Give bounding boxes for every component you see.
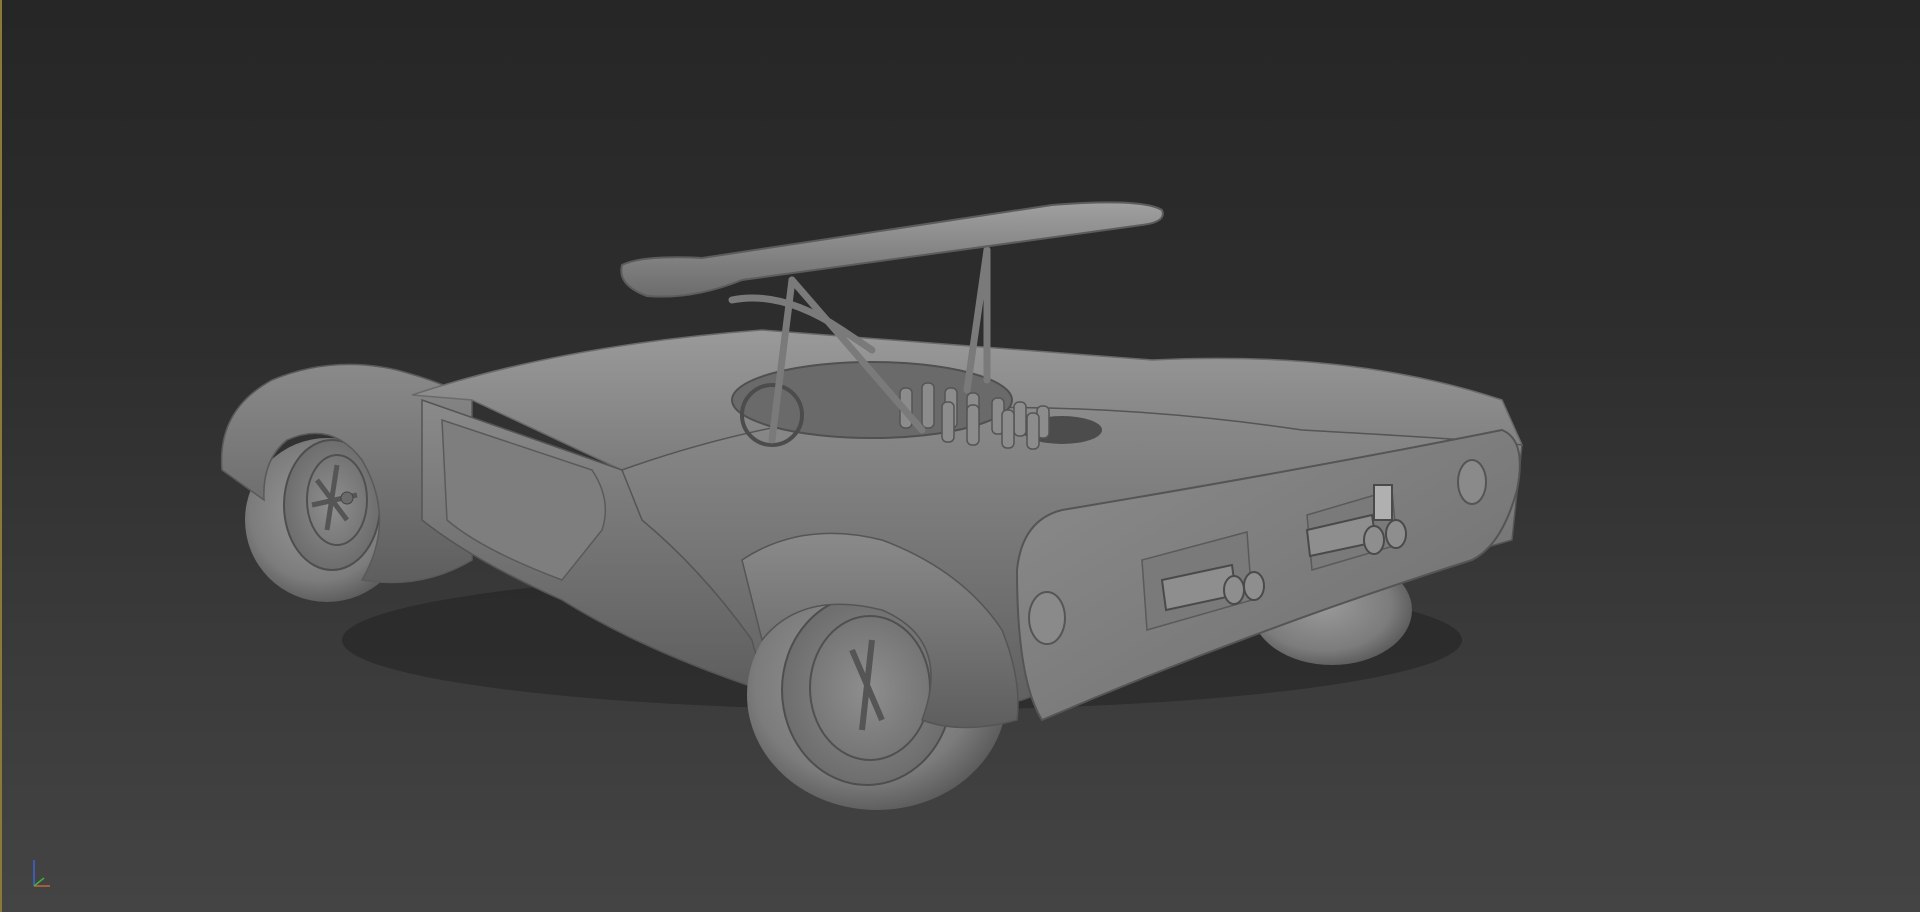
3d-viewport[interactable] [0, 0, 1920, 912]
rear-wing [620, 201, 1164, 298]
model-render[interactable] [2, 0, 1920, 912]
axis-gizmo [33, 860, 50, 887]
